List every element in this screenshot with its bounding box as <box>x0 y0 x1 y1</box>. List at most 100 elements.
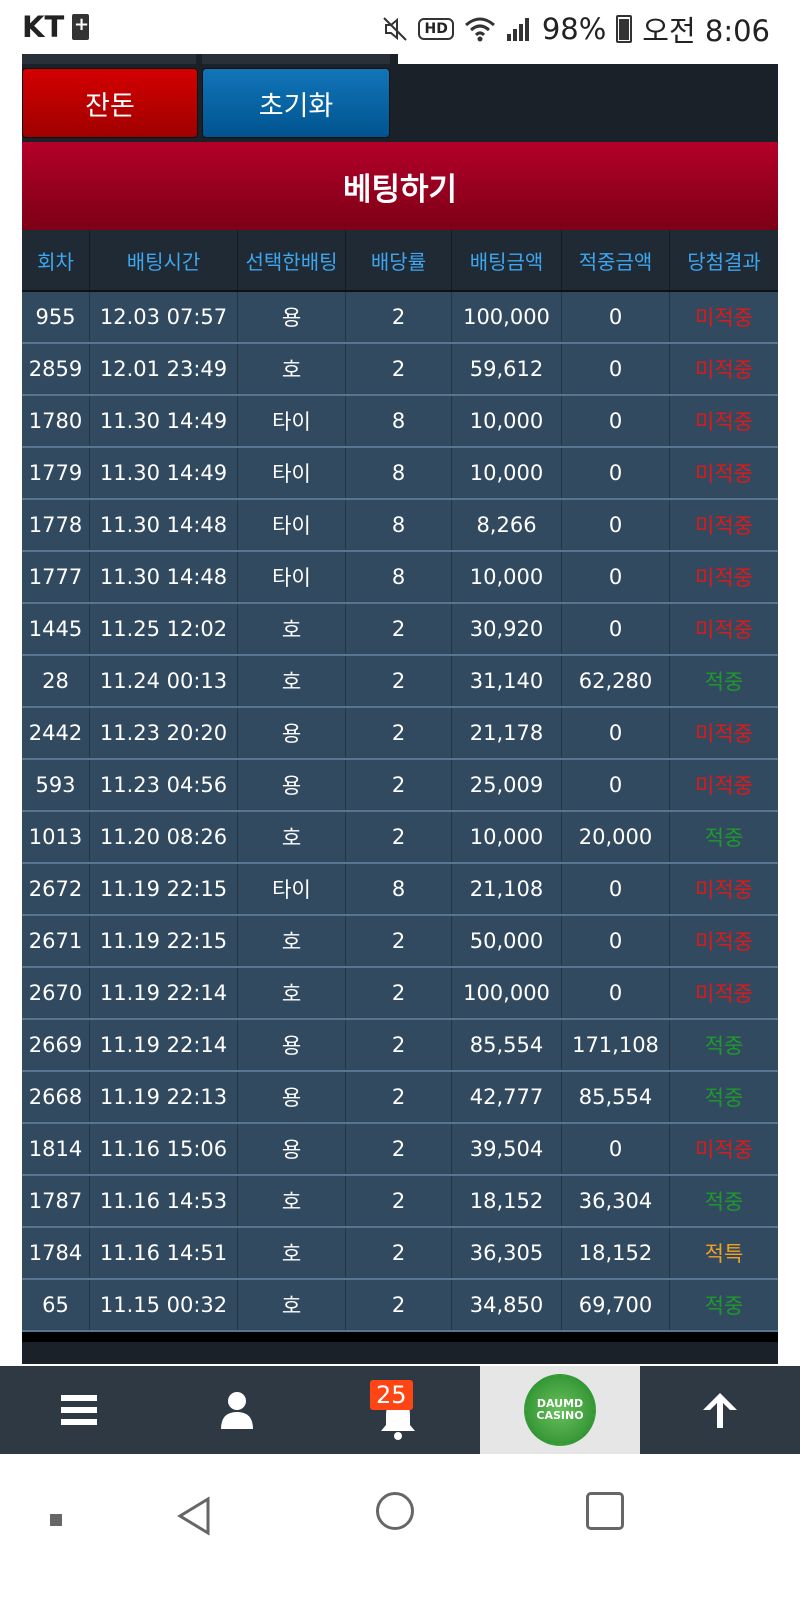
casino-logo-button[interactable]: DAUMD CASINO <box>480 1366 640 1454</box>
table-row: 1779 11.30 14:49 타이 8 10,000 0 미적중 <box>22 448 778 500</box>
tab-2[interactable] <box>202 54 390 64</box>
cell-odds: 8 <box>346 500 452 550</box>
table-row: 2669 11.19 22:14 용 2 85,554 171,108 적중 <box>22 1020 778 1072</box>
scroll-top-button[interactable] <box>640 1366 800 1454</box>
assistant-dot-icon[interactable] <box>50 1514 62 1526</box>
cell-odds: 2 <box>346 708 452 758</box>
cell-amount: 10,000 <box>452 448 562 498</box>
cell-win-amount: 0 <box>562 708 670 758</box>
cell-win-amount: 0 <box>562 1124 670 1174</box>
cell-round: 2671 <box>22 916 90 966</box>
table-row: 1013 11.20 08:26 호 2 10,000 20,000 적중 <box>22 812 778 864</box>
cell-amount: 10,000 <box>452 812 562 862</box>
cell-odds: 2 <box>346 1072 452 1122</box>
carrier-label: KT <box>22 10 65 44</box>
cell-round: 1784 <box>22 1228 90 1278</box>
cell-round: 1777 <box>22 552 90 602</box>
cell-pick: 호 <box>238 344 346 394</box>
table-row: 2668 11.19 22:13 용 2 42,777 85,554 적중 <box>22 1072 778 1124</box>
bet-button[interactable]: 베팅하기 <box>22 142 778 230</box>
table-row: 2859 12.01 23:49 호 2 59,612 0 미적중 <box>22 344 778 396</box>
cell-pick: 용 <box>238 1072 346 1122</box>
cell-pick: 호 <box>238 916 346 966</box>
battery-percent: 98% <box>541 12 607 46</box>
cell-pick: 용 <box>238 292 346 342</box>
status-icons: HD 98% 오전 8:06 <box>382 8 770 50</box>
cell-time: 11.19 22:15 <box>90 864 238 914</box>
cell-pick: 타이 <box>238 500 346 550</box>
cell-amount: 31,140 <box>452 656 562 706</box>
cell-pick: 호 <box>238 656 346 706</box>
cell-round: 65 <box>22 1280 90 1330</box>
cell-result: 적중 <box>704 1034 744 1058</box>
cell-odds: 8 <box>346 396 452 446</box>
cell-result: 미적중 <box>695 878 753 902</box>
cell-round: 593 <box>22 760 90 810</box>
cell-win-amount: 0 <box>562 916 670 966</box>
header-amount: 배팅금액 <box>452 230 562 290</box>
header-time: 배팅시간 <box>90 230 238 290</box>
notification-button[interactable]: 25 <box>316 1366 480 1454</box>
cell-amount: 59,612 <box>452 344 562 394</box>
tab-3[interactable] <box>398 54 778 64</box>
cell-win-amount: 18,152 <box>562 1228 670 1278</box>
cell-round: 1013 <box>22 812 90 862</box>
cell-round: 2672 <box>22 864 90 914</box>
cell-odds: 2 <box>346 656 452 706</box>
hd-icon: HD <box>418 18 454 40</box>
cell-pick: 타이 <box>238 396 346 446</box>
cell-time: 11.15 00:32 <box>90 1280 238 1330</box>
cell-odds: 8 <box>346 864 452 914</box>
table-row: 1784 11.16 14:51 호 2 36,305 18,152 적특 <box>22 1228 778 1280</box>
cell-pick: 타이 <box>238 448 346 498</box>
cell-win-amount: 0 <box>562 500 670 550</box>
reset-button[interactable]: 초기화 <box>202 68 390 138</box>
cell-time: 11.23 20:20 <box>90 708 238 758</box>
cell-result: 미적중 <box>695 774 753 798</box>
cell-round: 1445 <box>22 604 90 654</box>
table-row: 65 11.15 00:32 호 2 34,850 69,700 적중 <box>22 1280 778 1332</box>
bet-history-table: 회차 배팅시간 선택한배팅 배당률 배팅금액 적중금액 당첨결과 955 12.0… <box>22 230 778 1342</box>
cell-result: 미적중 <box>695 306 753 330</box>
cell-amount: 25,009 <box>452 760 562 810</box>
recent-apps-icon[interactable] <box>586 1492 624 1530</box>
home-icon[interactable] <box>376 1492 414 1530</box>
cell-time: 12.03 07:57 <box>90 292 238 342</box>
battery-icon <box>616 15 633 43</box>
mute-icon <box>382 16 408 42</box>
menu-button[interactable] <box>0 1366 158 1454</box>
cell-time: 11.16 15:06 <box>90 1124 238 1174</box>
header-result: 당첨결과 <box>687 249 761 274</box>
cell-pick: 호 <box>238 1176 346 1226</box>
cell-win-amount: 0 <box>562 968 670 1018</box>
cell-win-amount: 85,554 <box>562 1072 670 1122</box>
cell-odds: 8 <box>346 448 452 498</box>
user-button[interactable] <box>158 1366 316 1454</box>
cell-odds: 2 <box>346 604 452 654</box>
header-pick: 선택한배팅 <box>238 230 346 290</box>
app-bottom-nav: 25 DAUMD CASINO <box>0 1366 800 1454</box>
cell-amount: 100,000 <box>452 292 562 342</box>
cell-pick: 용 <box>238 1020 346 1070</box>
cell-result: 적중 <box>704 826 744 850</box>
back-icon[interactable] <box>176 1496 212 1536</box>
table-row: 2672 11.19 22:15 타이 8 21,108 0 미적중 <box>22 864 778 916</box>
cell-time: 11.19 22:15 <box>90 916 238 966</box>
cell-win-amount: 0 <box>562 864 670 914</box>
cell-odds: 2 <box>346 1124 452 1174</box>
table-row: 1445 11.25 12:02 호 2 30,920 0 미적중 <box>22 604 778 656</box>
cell-win-amount: 20,000 <box>562 812 670 862</box>
cell-result: 미적중 <box>695 566 753 590</box>
logo-text-line2: CASINO <box>536 1409 584 1422</box>
cell-amount: 85,554 <box>452 1020 562 1070</box>
tab-1[interactable] <box>22 54 196 64</box>
cell-result: 미적중 <box>695 930 753 954</box>
cell-amount: 34,850 <box>452 1280 562 1330</box>
table-row: 2671 11.19 22:15 호 2 50,000 0 미적중 <box>22 916 778 968</box>
balance-button[interactable]: 잔돈 <box>22 68 198 138</box>
cell-time: 11.19 22:13 <box>90 1072 238 1122</box>
cell-amount: 21,178 <box>452 708 562 758</box>
cell-win-amount: 0 <box>562 760 670 810</box>
cell-win-amount: 0 <box>562 552 670 602</box>
cell-round: 1779 <box>22 448 90 498</box>
